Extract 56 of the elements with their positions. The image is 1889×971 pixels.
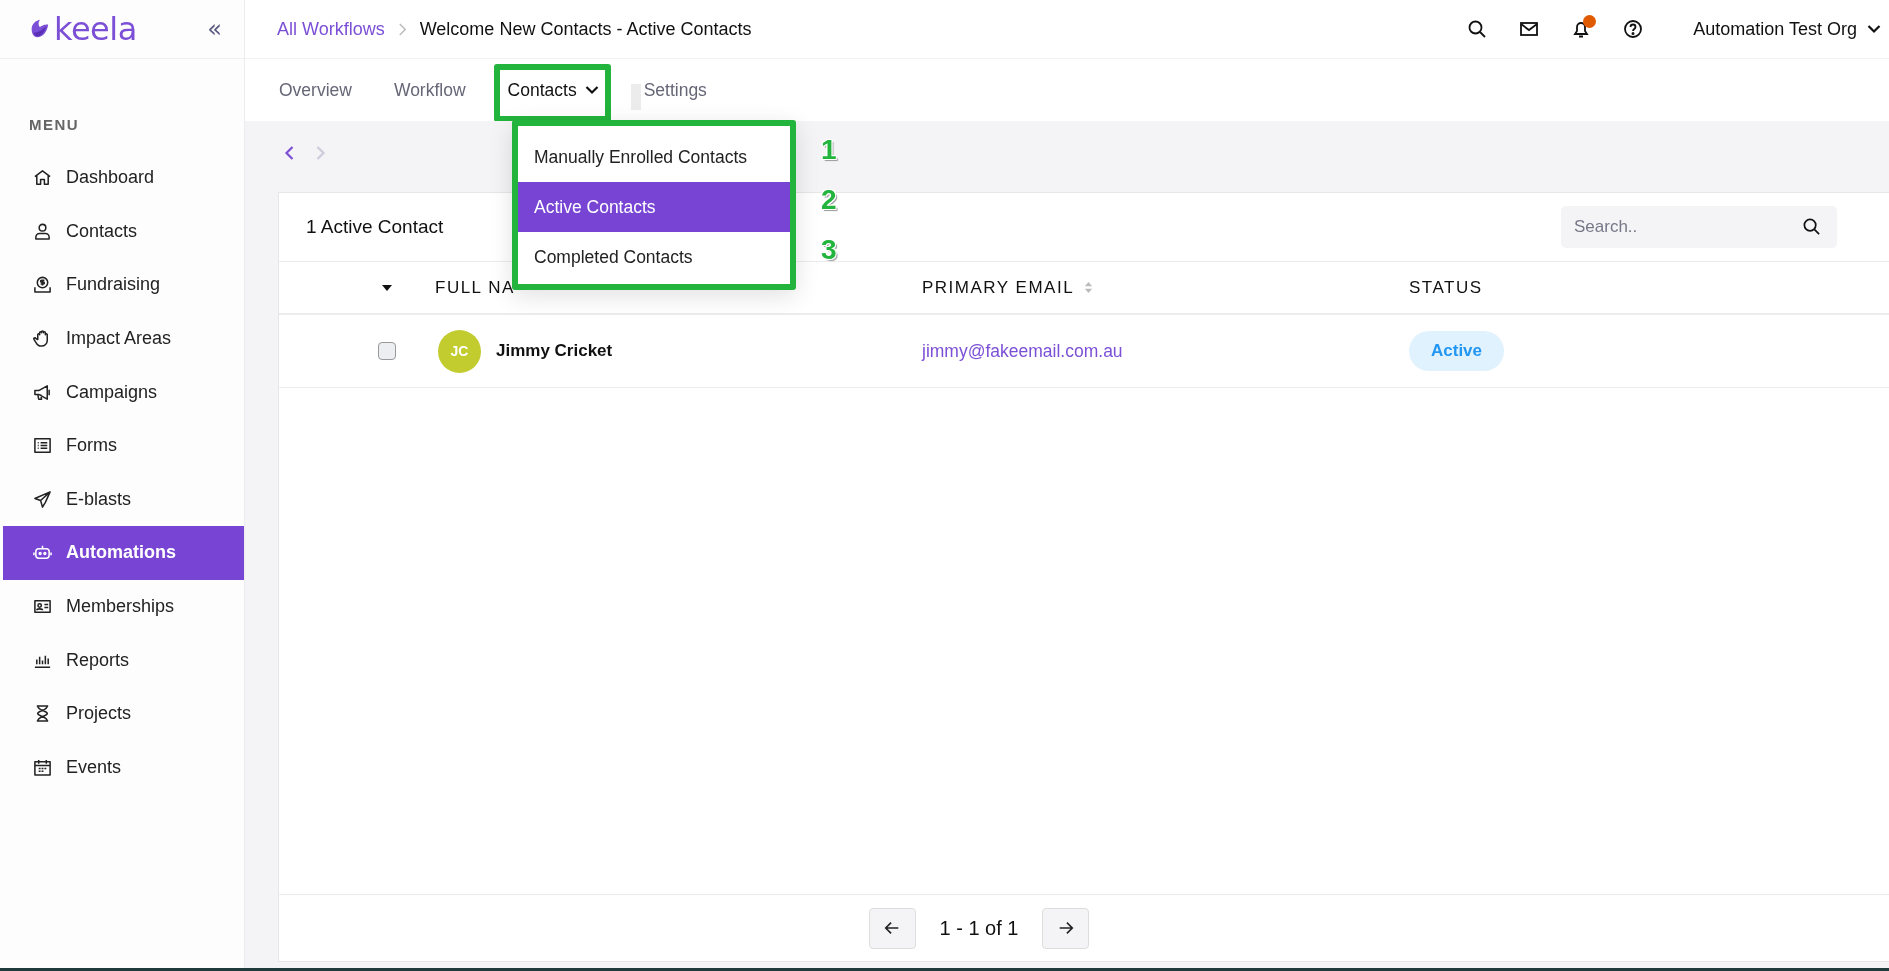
column-header[interactable]: STATUS — [1409, 277, 1483, 298]
page-title: Welcome New Contacts - Active Contacts — [419, 18, 752, 40]
sidebar-item[interactable]: Contacts — [3, 204, 244, 259]
avatar: JC — [438, 329, 481, 373]
step-number: 3 — [821, 233, 837, 266]
chevron-down-icon[interactable] — [584, 85, 599, 95]
next-page-button[interactable] — [1042, 907, 1090, 949]
column-header[interactable]: PRIMARY EMAIL — [922, 277, 1075, 298]
tab[interactable]: Overview — [279, 79, 352, 101]
sidebar-item[interactable]: Impact Areas — [3, 311, 244, 366]
step-number: 2 — [821, 183, 837, 216]
sidebar-item[interactable]: E-blasts — [3, 472, 244, 527]
sidebar-item[interactable]: Automations — [3, 526, 244, 580]
sidebar-item[interactable]: Reports — [3, 633, 244, 687]
calendar-icon — [33, 757, 52, 777]
caret-down-icon[interactable] — [382, 284, 392, 291]
chevron-right-icon — [397, 21, 407, 37]
collapse-button[interactable]: « — [207, 17, 222, 41]
tab[interactable]: Contacts — [507, 79, 599, 101]
card-title: 1 Active Contact — [306, 216, 444, 238]
sidebar-item[interactable]: Dashboard — [3, 151, 244, 205]
breadcrumb-link[interactable]: All Workflows — [277, 18, 385, 40]
home-icon — [33, 168, 52, 188]
email-link[interactable]: jimmy@fakeemail.com.au — [922, 340, 1123, 361]
column-header[interactable]: FULL NA — [435, 277, 515, 298]
menu-item[interactable]: Completed Contacts — [518, 232, 790, 282]
menu-item[interactable]: Manually Enrolled Contacts — [518, 132, 790, 182]
menu-heading: MENU — [29, 116, 81, 133]
chevron-down-icon[interactable] — [1867, 24, 1881, 34]
status-badge: Active — [1409, 331, 1505, 371]
search-field[interactable]: Search.. — [1561, 206, 1837, 248]
person-icon — [33, 221, 52, 241]
search-icon[interactable] — [1467, 19, 1488, 39]
donate-icon — [33, 275, 52, 295]
contact-name[interactable]: Jimmy Cricket — [496, 341, 613, 361]
sidebar-item[interactable]: Memberships — [3, 579, 244, 634]
sidebar-item[interactable]: Events — [3, 740, 244, 795]
sidebar-item[interactable]: Projects — [3, 686, 244, 741]
search-icon[interactable] — [1802, 217, 1821, 236]
tab[interactable]: Workflow — [393, 79, 466, 101]
mail-icon[interactable] — [1519, 19, 1540, 39]
sidebar-item[interactable]: Campaigns — [3, 365, 244, 419]
previous-page-button[interactable] — [868, 907, 916, 949]
list-icon — [33, 436, 52, 456]
megaphone-icon — [33, 382, 52, 402]
step-number: 1 — [821, 133, 837, 166]
menu-item[interactable]: Active Contacts — [518, 182, 790, 232]
sidebar-item[interactable]: Fundraising — [3, 258, 244, 312]
plane-icon — [33, 489, 52, 509]
sidebar-item[interactable]: Forms — [3, 418, 244, 473]
organization-menu[interactable]: Automation Test Org — [1675, 18, 1889, 40]
help-icon[interactable] — [1623, 19, 1644, 39]
page-range: 1 - 1 of 1 — [939, 916, 1019, 940]
keela-logo[interactable]: keela — [28, 13, 137, 45]
row-checkbox[interactable] — [378, 342, 396, 360]
tab[interactable]: Settings — [643, 79, 707, 101]
